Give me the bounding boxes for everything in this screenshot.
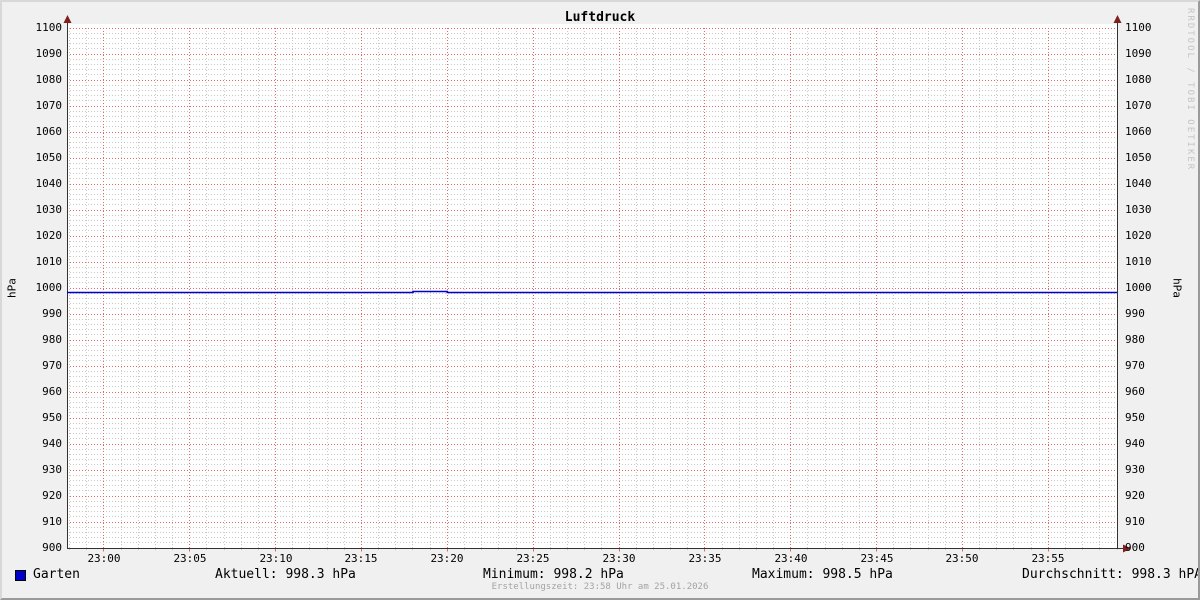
x-axis-tick-label: 23:05: [173, 552, 207, 565]
x-axis-tick-label: 23:55: [1031, 552, 1065, 565]
y-axis-tick-label-right: 930: [1125, 463, 1145, 476]
y-axis-tick-label-left: 1030: [35, 203, 63, 216]
y-axis-tick-label-left: 1050: [35, 151, 63, 164]
y-axis-tick-label-left: 1100: [35, 21, 63, 34]
stat-aktuell: Aktuell: 998.3 hPa: [215, 567, 356, 582]
axis-arrow: [63, 15, 72, 23]
y-axis-tick-label-left: 1040: [35, 177, 63, 190]
y-axis-tick-label-left: 1070: [35, 99, 63, 112]
y-axis-tick-label-left: 1080: [35, 73, 63, 86]
y-axis-tick-label-right: 1060: [1125, 125, 1152, 138]
x-axis-tick-label: 23:35: [688, 552, 722, 565]
plot-area: [63, 15, 1131, 553]
y-axis-tick-label-right: 1030: [1125, 203, 1152, 216]
y-axis-tick-label-left: 1090: [35, 47, 63, 60]
y-axis-tick-label-right: 1070: [1125, 99, 1152, 112]
axis-arrow: [1113, 15, 1122, 23]
y-axis-unit-left: hPa: [5, 278, 19, 298]
legend-series-label: Garten: [33, 567, 80, 582]
y-axis-tick-label-left: 910: [42, 515, 62, 528]
x-axis-tick-label: 23:10: [259, 552, 293, 565]
y-axis-tick-label-right: 970: [1125, 359, 1145, 372]
x-axis-tick-label: 23:00: [87, 552, 121, 565]
y-axis-tick-label-left: 990: [42, 307, 62, 320]
x-axis-tick-label: 23:45: [860, 552, 894, 565]
y-axis-tick-label-right: 990: [1125, 307, 1145, 320]
y-axis-tick-label-right: 940: [1125, 437, 1145, 450]
stat-minimum: Minimum: 998.2 hPa: [483, 567, 624, 582]
y-axis-tick-label-left: 980: [42, 333, 62, 346]
y-axis-tick-label-left: 900: [42, 541, 62, 554]
y-axis-tick-label-right: 1100: [1125, 21, 1152, 34]
y-axis-tick-label-left: 940: [42, 437, 62, 450]
y-axis-tick-label-right: 910: [1125, 515, 1145, 528]
creation-timestamp: Erstellungszeit: 23:58 Uhr am 25.01.2026: [491, 582, 709, 592]
stat-maximum: Maximum: 998.5 hPa: [752, 567, 893, 582]
y-axis-tick-label-left: 920: [42, 489, 62, 502]
y-axis-tick-label-left: 930: [42, 463, 62, 476]
y-axis-tick-label-left: 1020: [35, 229, 63, 242]
x-axis-tick-label: 23:40: [774, 552, 808, 565]
series-swatch-icon: [15, 570, 26, 581]
pressure-graph: Luftdruck 900 900 910 910 920 920 930 930 940 940…: [0, 0, 1200, 600]
y-axis-tick-label-right: 960: [1125, 385, 1145, 398]
y-axis-tick-label-right: 900: [1125, 541, 1145, 554]
rrdtool-watermark: RRDTOOL / TOBI OETIKER: [1185, 8, 1195, 172]
y-axis-tick-label-right: 1000: [1125, 281, 1152, 294]
y-axis-tick-label-left: 1060: [35, 125, 63, 138]
y-axis-tick-label-right: 920: [1125, 489, 1145, 502]
stat-durchschnitt: Durchschnitt: 998.3 hPA: [1022, 567, 1200, 582]
y-axis-tick-label-right: 1010: [1125, 255, 1152, 268]
y-axis-tick-label-right: 980: [1125, 333, 1145, 346]
y-axis-tick-label-right: 950: [1125, 411, 1145, 424]
y-axis-tick-label-right: 1050: [1125, 151, 1152, 164]
y-axis-tick-label-left: 950: [42, 411, 62, 424]
y-axis-tick-label-right: 1080: [1125, 73, 1152, 86]
x-axis-tick-label: 23:50: [945, 552, 979, 565]
x-axis-tick-label: 23:30: [602, 552, 636, 565]
x-axis-tick-label: 23:20: [430, 552, 464, 565]
y-axis-unit-right: hPa: [1170, 278, 1184, 298]
x-axis-tick-label: 23:25: [516, 552, 550, 565]
y-axis-tick-label-left: 1010: [35, 255, 63, 268]
y-axis-tick-label-left: 1000: [35, 281, 63, 294]
x-axis-tick-label: 23:15: [344, 552, 378, 565]
y-axis-tick-label-left: 970: [42, 359, 62, 372]
y-axis-tick-label-right: 1040: [1125, 177, 1152, 190]
y-axis-tick-label-right: 1020: [1125, 229, 1152, 242]
y-axis-tick-label-left: 960: [42, 385, 62, 398]
y-axis-tick-label-right: 1090: [1125, 47, 1152, 60]
